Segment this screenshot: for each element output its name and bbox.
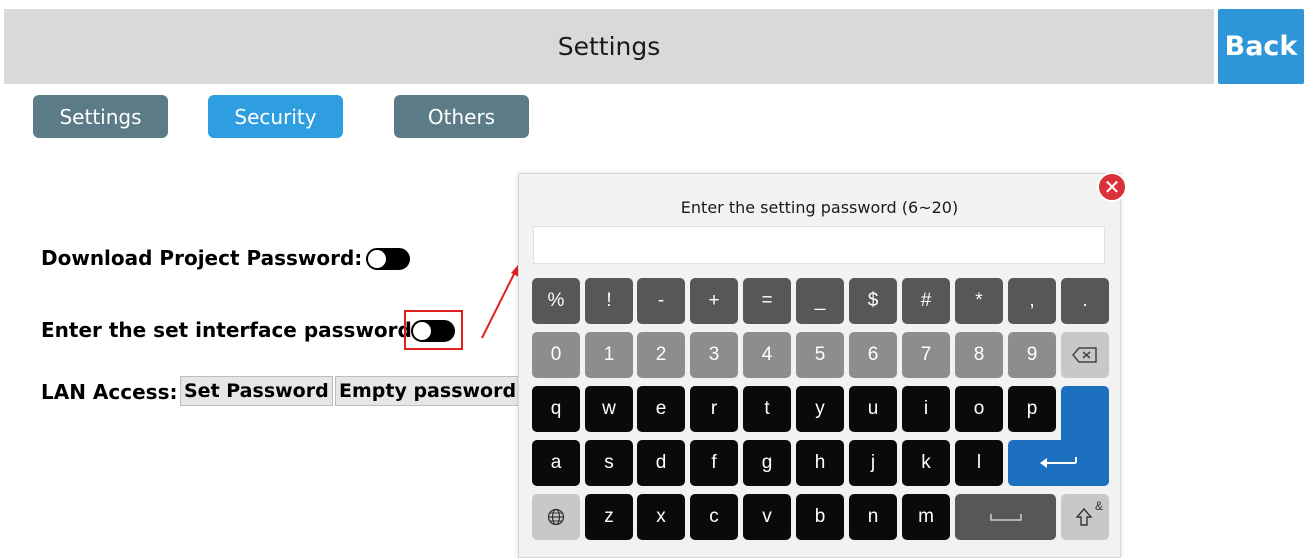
back-button[interactable]: Back (1218, 9, 1304, 84)
key[interactable]: - (637, 278, 685, 324)
key[interactable]: c (690, 494, 738, 540)
tab-security[interactable]: Security (208, 95, 343, 138)
enter-icon (1039, 457, 1077, 468)
key[interactable]: , (1008, 278, 1056, 324)
key[interactable]: $ (849, 278, 897, 324)
key[interactable]: 8 (955, 332, 1003, 378)
key[interactable]: m (902, 494, 950, 540)
key[interactable]: f (690, 440, 738, 486)
key[interactable]: n (849, 494, 897, 540)
key[interactable]: 3 (690, 332, 738, 378)
key[interactable]: g (743, 440, 791, 486)
password-keyboard-panel: Enter the setting password (6~20) % ! - … (518, 173, 1121, 558)
download-project-password-label: Download Project Password: (41, 246, 363, 270)
key[interactable]: l (955, 440, 1003, 486)
language-key[interactable] (532, 494, 580, 540)
close-icon[interactable]: ✕ (1097, 172, 1127, 202)
download-password-toggle[interactable] (366, 248, 410, 270)
key[interactable]: x (637, 494, 685, 540)
key[interactable]: a (532, 440, 580, 486)
globe-icon (547, 508, 565, 526)
key[interactable]: p (1008, 386, 1056, 432)
keyboard-prompt: Enter the setting password (6~20) (680, 198, 959, 217)
enter-key[interactable] (1008, 440, 1109, 486)
key[interactable]: z (585, 494, 633, 540)
key[interactable]: v (743, 494, 791, 540)
key[interactable]: j (849, 440, 897, 486)
key[interactable]: d (637, 440, 685, 486)
key[interactable]: y (796, 386, 844, 432)
space-key[interactable] (955, 494, 1056, 540)
key[interactable]: r (690, 386, 738, 432)
key[interactable]: 1 (585, 332, 633, 378)
shift-icon (1075, 507, 1093, 526)
backspace-icon (1072, 347, 1097, 363)
key[interactable]: ! (585, 278, 633, 324)
toggle-knob (368, 250, 386, 268)
key[interactable]: _ (796, 278, 844, 324)
key[interactable]: % (532, 278, 580, 324)
key[interactable]: * (955, 278, 1003, 324)
highlight-box (404, 310, 463, 350)
key[interactable]: o (955, 386, 1003, 432)
key[interactable]: u (849, 386, 897, 432)
key[interactable]: 5 (796, 332, 844, 378)
key[interactable]: + (690, 278, 738, 324)
key[interactable]: h (796, 440, 844, 486)
key[interactable]: 4 (743, 332, 791, 378)
key[interactable]: q (532, 386, 580, 432)
pointer-arrow-icon (481, 265, 519, 339)
tab-others[interactable]: Others (394, 95, 529, 138)
key[interactable]: k (902, 440, 950, 486)
key[interactable]: = (743, 278, 791, 324)
key[interactable]: b (796, 494, 844, 540)
page-title: Settings (557, 32, 661, 61)
key[interactable]: e (637, 386, 685, 432)
key[interactable]: # (902, 278, 950, 324)
space-icon (989, 514, 1022, 521)
set-password-button[interactable]: Set Password (180, 376, 333, 406)
key[interactable]: 7 (902, 332, 950, 378)
key[interactable]: 9 (1008, 332, 1056, 378)
interface-password-label: Enter the set interface password: (41, 318, 420, 342)
empty-password-button[interactable]: Empty password (335, 376, 521, 406)
key[interactable]: s (585, 440, 633, 486)
lan-access-label: LAN Access: (41, 380, 178, 404)
key[interactable]: i (902, 386, 950, 432)
key[interactable]: 6 (849, 332, 897, 378)
backspace-key[interactable] (1061, 332, 1109, 378)
shift-label: & (1094, 499, 1103, 513)
key[interactable]: w (585, 386, 633, 432)
password-input[interactable] (533, 226, 1105, 264)
key[interactable]: 0 (532, 332, 580, 378)
key[interactable]: t (743, 386, 791, 432)
key[interactable]: 2 (637, 332, 685, 378)
tab-settings[interactable]: Settings (33, 95, 168, 138)
key[interactable]: . (1061, 278, 1109, 324)
title-bar: Settings (4, 9, 1214, 84)
shift-key[interactable]: & (1061, 494, 1109, 540)
